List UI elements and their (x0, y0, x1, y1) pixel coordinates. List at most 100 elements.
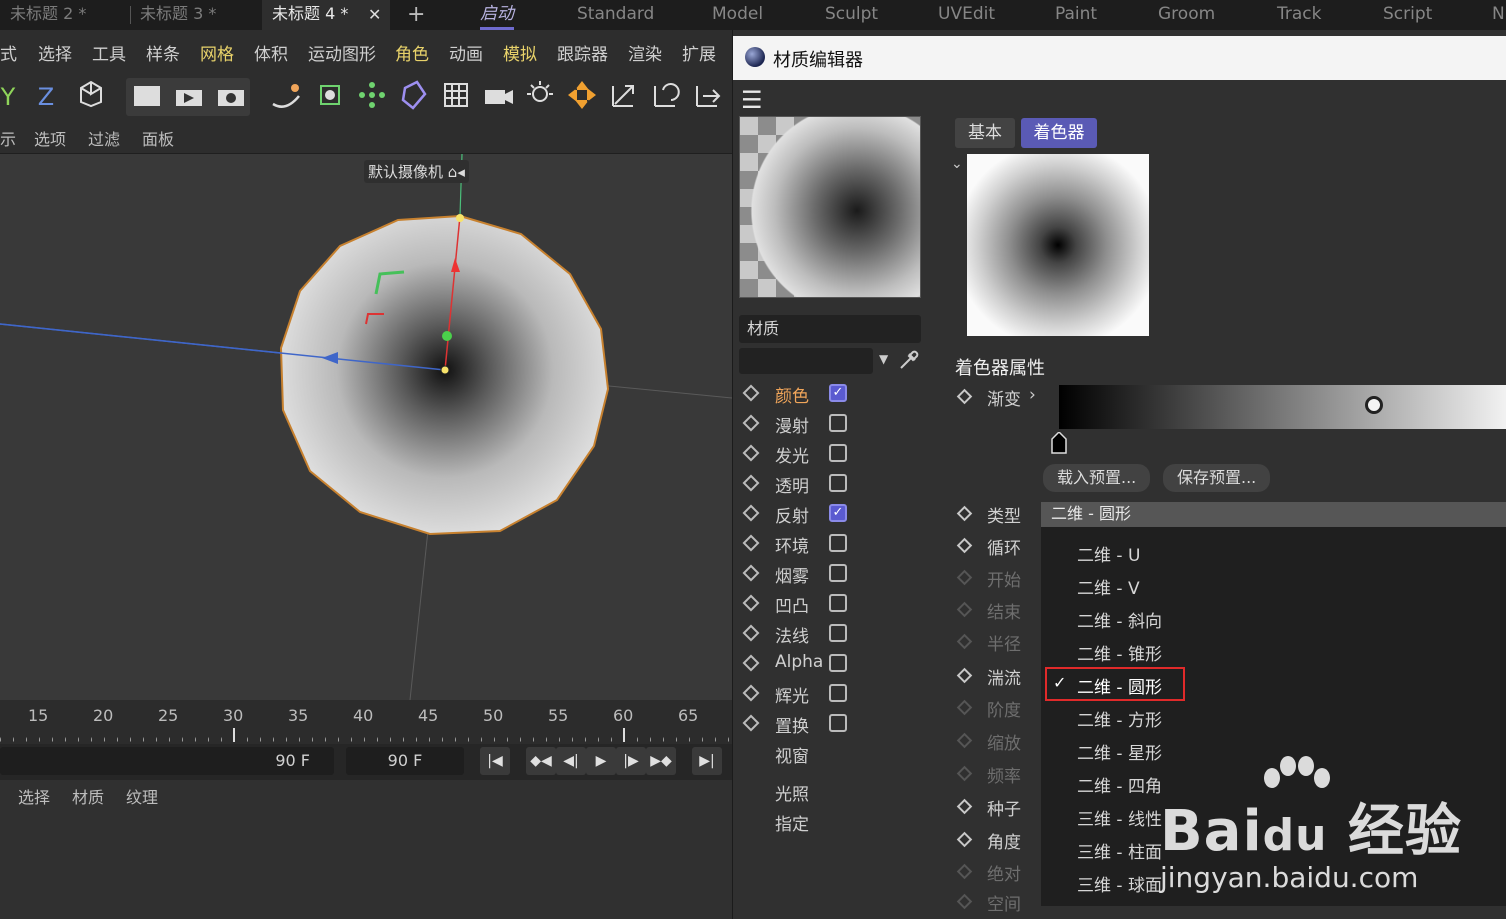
gradient-stop-marker[interactable] (1051, 432, 1067, 454)
keyframe-diamond-icon[interactable] (742, 714, 760, 732)
layout-more[interactable]: N (1492, 0, 1505, 30)
menu-simulate[interactable]: 模拟 (503, 40, 537, 65)
keyframe-diamond-icon[interactable] (956, 667, 973, 684)
keyframe-diamond-icon[interactable] (956, 569, 973, 586)
menu-animate[interactable]: 动画 (449, 40, 483, 65)
layout-groom[interactable]: Groom (1158, 0, 1215, 30)
layout-sculpt[interactable]: Sculpt (825, 0, 878, 30)
dropdown-option[interactable]: 二维 - 四角 (1077, 772, 1162, 797)
keyframe-diamond-icon[interactable] (742, 414, 760, 432)
dropdown-option-selected[interactable]: 二维 - 圆形 (1077, 673, 1162, 698)
keyframe-diamond-icon[interactable] (956, 798, 973, 815)
load-preset-button[interactable]: 载入预置... (1043, 464, 1151, 492)
dropdown-option[interactable]: 二维 - 方形 (1077, 706, 1162, 731)
channel-luminance[interactable]: 发光 (742, 442, 945, 470)
dropdown-option[interactable]: 二维 - U (1077, 541, 1140, 566)
channel-bump[interactable]: 凹凸 (742, 592, 945, 620)
gradient-interpolation-knob[interactable] (1365, 396, 1383, 414)
pen-tool-icon[interactable] (268, 78, 304, 116)
channel-normal[interactable]: 法线 (742, 622, 945, 650)
channel-checkbox[interactable] (829, 534, 847, 552)
disc-object[interactable] (279, 214, 610, 536)
channel-checkbox[interactable]: ✓ (829, 384, 847, 402)
menu-tools[interactable]: 工具 (92, 40, 126, 65)
go-to-start-icon[interactable]: |◀ (480, 747, 510, 775)
prev-frame-icon[interactable]: ◀| (556, 747, 586, 775)
z-axis-toggle[interactable]: Z (34, 78, 58, 116)
channel-reflectance[interactable]: 反射 ✓ (742, 502, 945, 530)
dropdown-option[interactable]: 二维 - V (1077, 574, 1140, 599)
dropdown-option[interactable]: 三维 - 球面 (1077, 871, 1162, 896)
dropdown-option[interactable]: 二维 - 锥形 (1077, 640, 1162, 665)
next-key-icon[interactable]: ▶◆ (646, 747, 676, 775)
viewport-menu-filter[interactable]: 过滤 (88, 126, 120, 150)
layout-script[interactable]: Script (1383, 0, 1432, 30)
end-frame-field-left[interactable]: 90 F (0, 747, 334, 775)
matmgr-menu-select[interactable]: 选择 (18, 784, 50, 808)
menu-mode[interactable]: 式 (0, 40, 17, 65)
keyframe-diamond-icon[interactable] (742, 654, 760, 672)
save-preset-button[interactable]: 保存预置... (1163, 464, 1271, 492)
keyframe-diamond-icon[interactable] (956, 863, 973, 880)
gradient-bar[interactable] (1059, 385, 1506, 429)
layout-track[interactable]: Track (1277, 0, 1321, 30)
keyframe-diamond-icon[interactable] (742, 534, 760, 552)
prev-key-icon[interactable]: ◆◀ (526, 747, 556, 775)
viewport-menu-display[interactable]: 示 (0, 126, 16, 150)
transfer-arrow-icon[interactable] (690, 78, 726, 116)
go-to-end-icon[interactable]: ▶| (692, 747, 722, 775)
editor-title-bar[interactable]: 材质编辑器 (733, 36, 1506, 80)
channel-checkbox[interactable] (829, 654, 847, 672)
channel-checkbox[interactable]: ✓ (829, 504, 847, 522)
channel-color[interactable]: 颜色 ✓ (742, 382, 945, 410)
dropdown-option[interactable]: 二维 - 星形 (1077, 739, 1162, 764)
channel-viewport[interactable]: 视窗 (745, 742, 945, 770)
layout-model[interactable]: Model (712, 0, 763, 30)
keyframe-diamond-icon[interactable] (956, 505, 973, 522)
matmgr-menu-material[interactable]: 材质 (72, 784, 104, 808)
menu-extensions[interactable]: 扩展 (682, 40, 716, 65)
channel-assign[interactable]: 指定 (745, 810, 945, 838)
keyframe-diamond-icon[interactable] (742, 594, 760, 612)
next-frame-icon[interactable]: |▶ (616, 747, 646, 775)
tab-basic[interactable]: 基本 (955, 118, 1015, 148)
keyframe-diamond-icon[interactable] (956, 765, 973, 782)
viewport-menu-options[interactable]: 选项 (34, 126, 66, 150)
doc-tab-2[interactable]: 未标题 2 * (10, 0, 120, 30)
scale-tool-icon[interactable] (564, 78, 600, 116)
matmgr-menu-texture[interactable]: 纹理 (126, 784, 158, 808)
keyframe-diamond-icon[interactable] (956, 831, 973, 848)
menu-tracker[interactable]: 跟踪器 (557, 40, 608, 65)
doc-tab-3[interactable]: 未标题 3 * (140, 0, 250, 30)
menu-mesh[interactable]: 网格 (200, 40, 234, 65)
channel-diffusion[interactable]: 漫射 (742, 412, 945, 440)
viewport-menu-panel[interactable]: 面板 (142, 126, 174, 150)
hamburger-menu-icon[interactable]: ☰ (741, 86, 763, 114)
add-tab-icon[interactable]: + (407, 0, 425, 30)
end-frame-field[interactable]: 90 F (346, 747, 464, 775)
keyframe-diamond-icon[interactable] (956, 633, 973, 650)
menu-character[interactable]: 角色 (395, 40, 429, 65)
menu-spline[interactable]: 样条 (146, 40, 180, 65)
rotate-arrow-icon[interactable] (648, 78, 684, 116)
channel-glow[interactable]: 辉光 (742, 682, 945, 710)
keyframe-diamond-icon[interactable] (956, 388, 973, 405)
coordinate-system-icon[interactable] (72, 78, 108, 116)
collapse-chevron-icon[interactable]: ⌄ (951, 156, 963, 172)
keyframe-diamond-icon[interactable] (742, 384, 760, 402)
keyframe-diamond-icon[interactable] (742, 684, 760, 702)
menu-volume[interactable]: 体积 (254, 40, 288, 65)
material-preview-sphere[interactable] (739, 116, 921, 298)
layout-paint[interactable]: Paint (1055, 0, 1097, 30)
cube-primitive-icon[interactable] (312, 78, 348, 116)
timeline-ruler[interactable]: 15 20 25 30 35 40 45 50 55 60 65 (0, 700, 732, 744)
keyframe-diamond-icon[interactable] (742, 504, 760, 522)
channel-illumination[interactable]: 光照 (745, 780, 945, 808)
keyframe-diamond-icon[interactable] (742, 474, 760, 492)
light-icon[interactable] (522, 78, 558, 116)
dropdown-arrow-icon[interactable]: ▼ (879, 352, 888, 366)
menu-mograph[interactable]: 运动图形 (308, 40, 376, 65)
camera-icon[interactable] (480, 78, 516, 116)
close-tab-icon[interactable]: ✕ (368, 0, 381, 30)
keyframe-diamond-icon[interactable] (956, 732, 973, 749)
